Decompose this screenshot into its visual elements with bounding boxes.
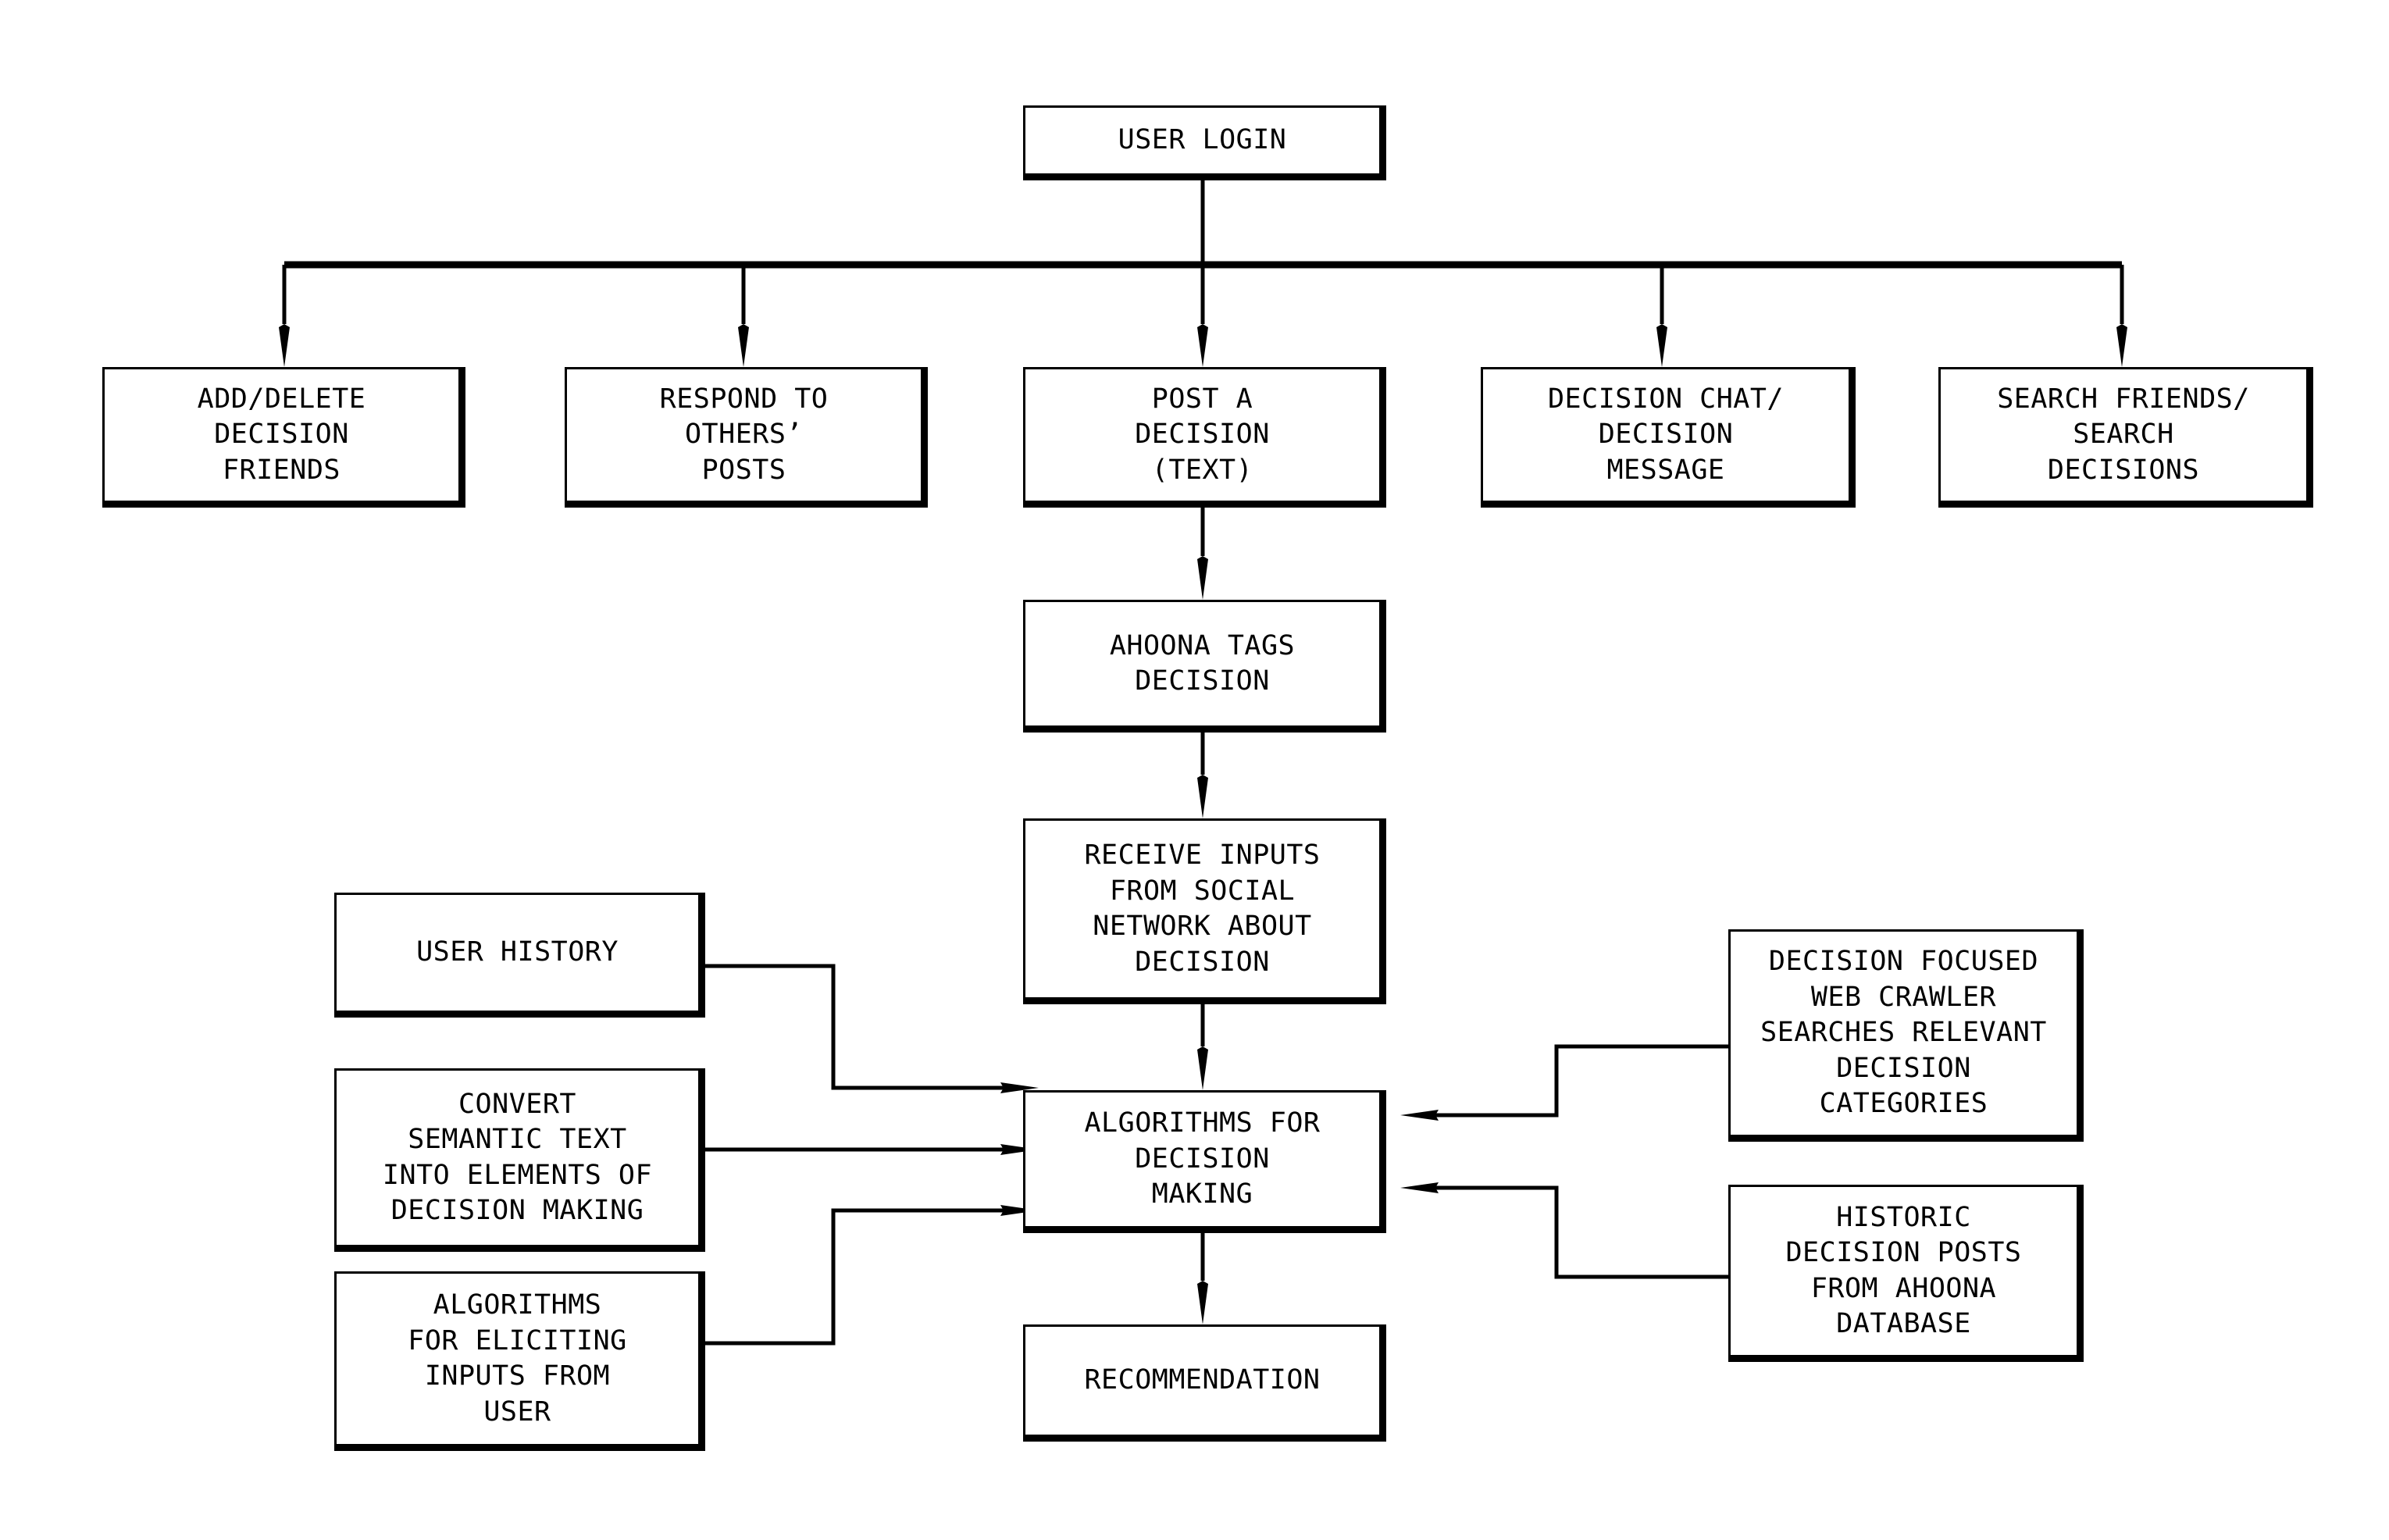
edge-userhistory-algorithms <box>705 964 1039 1093</box>
node-post-a-decision-label: POST A DECISION (TEXT) <box>1135 383 1270 486</box>
edge-eliciting-algorithms <box>705 1205 1039 1346</box>
flowchart-canvas: USER LOGIN ADD/DELETE DECISION FRIENDS R… <box>0 0 2389 1540</box>
node-algorithms-for-eliciting-inputs[interactable]: ALGORITHMS FOR ELICITING INPUTS FROM USE… <box>334 1271 705 1451</box>
edge-historicposts-algorithms <box>1400 1182 1728 1279</box>
edge-convertsemantic-algorithms <box>705 1144 1039 1155</box>
node-search-friends-decisions[interactable]: SEARCH FRIENDS/ SEARCH DECISIONS <box>1938 367 2313 508</box>
node-convert-semantic-text[interactable]: CONVERT SEMANTIC TEXT INTO ELEMENTS OF D… <box>334 1068 705 1252</box>
node-algorithms-for-decision-making[interactable]: ALGORITHMS FOR DECISION MAKING <box>1023 1090 1386 1233</box>
node-algorithms-for-eliciting-inputs-label: ALGORITHMS FOR ELICITING INPUTS FROM USE… <box>408 1289 627 1428</box>
edge-userlogin-searchfriends <box>2116 265 2127 367</box>
edge-userlogin-respond <box>738 265 749 367</box>
node-decision-chat-message-label: DECISION CHAT/ DECISION MESSAGE <box>1547 383 1784 486</box>
node-user-login-label: USER LOGIN <box>1118 124 1287 156</box>
node-decision-focused-web-crawler-label: DECISION FOCUSED WEB CRAWLER SEARCHES RE… <box>1760 946 2047 1120</box>
node-user-history[interactable]: USER HISTORY <box>334 893 705 1018</box>
node-add-delete-decision-friends-label: ADD/DELETE DECISION FRIENDS <box>197 383 366 486</box>
node-receive-inputs-label: RECEIVE INPUTS FROM SOCIAL NETWORK ABOUT… <box>1084 840 1321 978</box>
node-algorithms-for-decision-making-label: ALGORITHMS FOR DECISION MAKING <box>1084 1107 1321 1210</box>
edge-postdecision-ahoonatags <box>1197 508 1208 600</box>
edge-webcrawler-algorithms <box>1400 1044 1728 1121</box>
edge-algorithms-recommendation <box>1197 1233 1208 1324</box>
node-respond-to-others-posts[interactable]: RESPOND TO OTHERS’ POSTS <box>565 367 928 508</box>
edge-userlogin-postdecision <box>1197 265 1208 367</box>
node-ahoona-tags-decision[interactable]: AHOONA TAGS DECISION <box>1023 600 1386 733</box>
node-recommendation[interactable]: RECOMMENDATION <box>1023 1324 1386 1442</box>
node-convert-semantic-text-label: CONVERT SEMANTIC TEXT INTO ELEMENTS OF D… <box>382 1088 653 1227</box>
node-recommendation-label: RECOMMENDATION <box>1084 1364 1321 1396</box>
node-respond-to-others-posts-label: RESPOND TO OTHERS’ POSTS <box>659 383 829 486</box>
node-ahoona-tags-decision-label: AHOONA TAGS DECISION <box>1109 629 1296 697</box>
node-post-a-decision[interactable]: POST A DECISION (TEXT) <box>1023 367 1386 508</box>
edge-userlogin-adddelete <box>279 265 290 367</box>
edge-ahoonatags-receiveinputs <box>1197 733 1208 818</box>
node-historic-decision-posts[interactable]: HISTORIC DECISION POSTS FROM AHOONA DATA… <box>1728 1185 2084 1362</box>
node-user-history-label: USER HISTORY <box>416 936 619 968</box>
node-historic-decision-posts-label: HISTORIC DECISION POSTS FROM AHOONA DATA… <box>1785 1201 2022 1340</box>
edge-receiveinputs-algorithms <box>1197 1004 1208 1090</box>
node-receive-inputs[interactable]: RECEIVE INPUTS FROM SOCIAL NETWORK ABOUT… <box>1023 818 1386 1004</box>
node-decision-focused-web-crawler[interactable]: DECISION FOCUSED WEB CRAWLER SEARCHES RE… <box>1728 929 2084 1142</box>
edge-userlogin-decisionchat <box>1656 265 1667 367</box>
node-user-login[interactable]: USER LOGIN <box>1023 105 1386 180</box>
edge-userlogin-bus <box>284 180 2122 269</box>
node-decision-chat-message[interactable]: DECISION CHAT/ DECISION MESSAGE <box>1481 367 1856 508</box>
node-search-friends-decisions-label: SEARCH FRIENDS/ SEARCH DECISIONS <box>1997 383 2250 486</box>
node-add-delete-decision-friends[interactable]: ADD/DELETE DECISION FRIENDS <box>102 367 465 508</box>
